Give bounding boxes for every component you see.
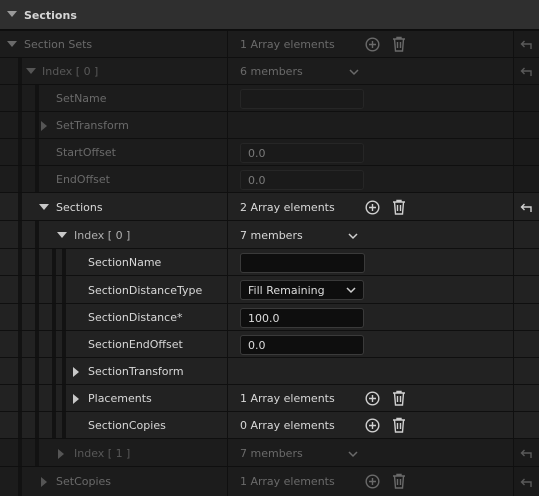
section-sets-row: Section Sets 1 Array elements	[0, 30, 539, 57]
category-title: Sections	[24, 9, 77, 22]
end-offset-label: EndOffset	[56, 173, 110, 186]
sections-index-1-label: Index [ 1 ]	[74, 447, 131, 460]
sections-index-0-label: Index [ 0 ]	[74, 229, 131, 242]
trash-icon[interactable]	[392, 417, 406, 433]
start-offset-row: StartOffset 0.0	[0, 138, 539, 165]
chevron-right-icon[interactable]	[73, 367, 80, 377]
chevron-right-icon[interactable]	[58, 449, 65, 459]
section-distance-type-label: SectionDistanceType	[88, 284, 203, 297]
set-name-label: SetName	[56, 92, 107, 105]
sections-index-0-members: 7 members	[240, 229, 303, 242]
end-offset-row: EndOffset 0.0	[0, 165, 539, 192]
chevron-down-icon[interactable]	[57, 232, 67, 240]
placements-row: Placements 1 Array elements	[0, 384, 539, 411]
chevron-down-icon[interactable]	[26, 68, 36, 76]
section-name-field[interactable]	[240, 253, 365, 273]
section-distance-field[interactable]: 100.0	[240, 308, 364, 328]
placements-count: 1 Array elements	[240, 392, 335, 405]
section-distance-type-value: Fill Remaining	[248, 284, 325, 297]
reset-icon[interactable]	[519, 477, 532, 488]
sections-index-0-row: Index [ 0 ] 7 members	[0, 220, 539, 248]
chevron-down-icon	[346, 287, 356, 294]
add-element-icon[interactable]	[365, 37, 380, 52]
chevron-right-icon[interactable]	[41, 121, 48, 131]
section-distance-type-dropdown[interactable]: Fill Remaining	[240, 280, 364, 300]
section-copies-count: 0 Array elements	[240, 419, 335, 432]
chevron-down-icon[interactable]	[7, 11, 17, 19]
trash-icon[interactable]	[392, 390, 406, 406]
add-element-icon[interactable]	[365, 391, 380, 406]
section-end-offset-field[interactable]: 0.0	[240, 335, 364, 355]
chevron-down-icon[interactable]	[39, 204, 49, 212]
section-distance-label: SectionDistance*	[88, 311, 183, 324]
sections-index-1-row: Index [ 1 ] 7 members	[0, 438, 539, 466]
chevron-down-icon[interactable]	[348, 233, 358, 240]
sections-category-header[interactable]: Sections	[0, 0, 539, 30]
section-end-offset-label: SectionEndOffset	[88, 338, 183, 351]
sections-index-1-members: 7 members	[240, 447, 303, 460]
sections-row: Sections 2 Array elements	[0, 192, 539, 220]
trash-icon[interactable]	[392, 199, 406, 215]
reset-icon[interactable]	[519, 66, 532, 77]
set-name-field[interactable]	[240, 89, 364, 109]
section-end-offset-row: SectionEndOffset 0.0	[0, 330, 539, 357]
set-name-row: SetName	[0, 84, 539, 111]
set-copies-row: SetCopies 1 Array elements	[0, 466, 539, 496]
start-offset-label: StartOffset	[56, 146, 116, 159]
section-sets-label: Section Sets	[24, 38, 93, 51]
section-copies-label: SectionCopies	[88, 419, 166, 432]
section-distance-row: SectionDistance* 100.0	[0, 303, 539, 330]
reset-icon[interactable]	[519, 448, 532, 459]
chevron-right-icon[interactable]	[73, 394, 80, 404]
section-name-row: SectionName	[0, 248, 539, 275]
set-transform-row: SetTransform	[0, 111, 539, 138]
section-sets-count: 1 Array elements	[240, 38, 335, 51]
add-element-icon[interactable]	[365, 200, 380, 215]
section-transform-label: SectionTransform	[88, 365, 184, 378]
trash-icon[interactable]	[392, 473, 406, 489]
trash-icon[interactable]	[392, 36, 406, 52]
add-element-icon[interactable]	[365, 474, 380, 489]
add-element-icon[interactable]	[365, 418, 380, 433]
section-sets-index-0-row: Index [ 0 ] 6 members	[0, 57, 539, 84]
reset-icon[interactable]	[519, 202, 532, 213]
section-name-label: SectionName	[88, 256, 162, 269]
section-distance-type-row: SectionDistanceType Fill Remaining	[0, 275, 539, 303]
set-copies-count: 1 Array elements	[240, 475, 335, 488]
reset-icon[interactable]	[519, 39, 532, 50]
section-copies-row: SectionCopies 0 Array elements	[0, 411, 539, 438]
chevron-down-icon[interactable]	[349, 69, 359, 76]
index-0-label: Index [ 0 ]	[42, 65, 99, 78]
section-transform-row: SectionTransform	[0, 357, 539, 384]
chevron-down-icon[interactable]	[348, 451, 358, 458]
set-transform-label: SetTransform	[56, 119, 129, 132]
sections-label: Sections	[56, 201, 103, 214]
placements-label: Placements	[88, 392, 152, 405]
end-offset-field[interactable]: 0.0	[240, 170, 364, 190]
chevron-down-icon[interactable]	[7, 41, 17, 49]
sections-count: 2 Array elements	[240, 201, 335, 214]
chevron-right-icon[interactable]	[41, 477, 48, 487]
set-copies-label: SetCopies	[56, 475, 112, 488]
index-0-members: 6 members	[240, 65, 303, 78]
start-offset-field[interactable]: 0.0	[240, 143, 364, 163]
